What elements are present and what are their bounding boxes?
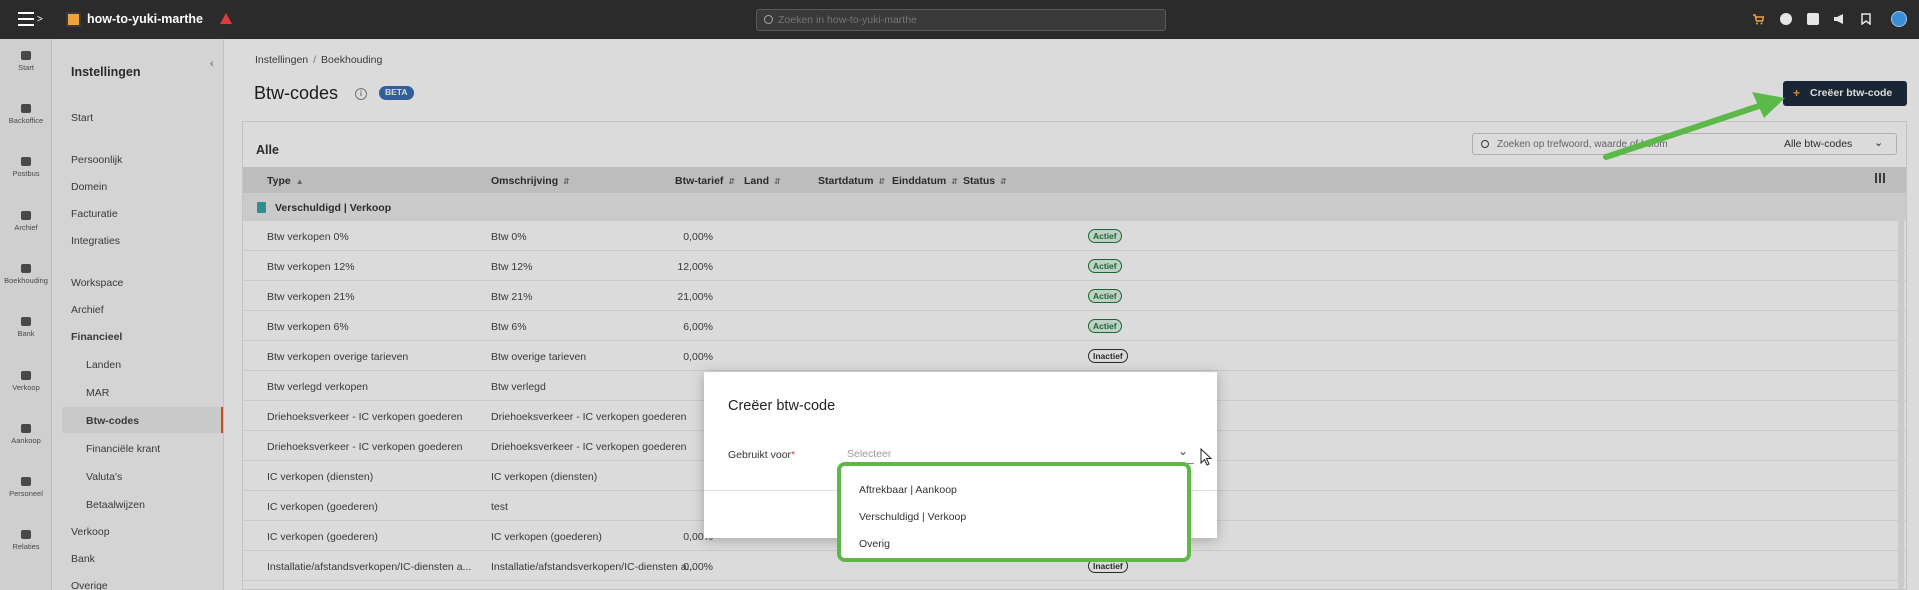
chevron-down-icon[interactable]: ⌄: [1178, 444, 1188, 458]
bookmark-icon[interactable]: [1860, 13, 1872, 26]
warning-icon[interactable]: [220, 13, 232, 24]
mouse-cursor-icon: [1200, 447, 1213, 469]
field-label-gebruikt-voor: Gebruikt voor*: [728, 449, 796, 461]
select-placeholder: Selecteer: [847, 448, 892, 460]
top-bar: > how-to-yuki-marthe: [0, 0, 1919, 39]
dialog-title: Creëer btw-code: [728, 398, 836, 414]
global-search-input[interactable]: [778, 12, 1158, 28]
global-search[interactable]: [756, 9, 1166, 31]
search-icon: [764, 15, 773, 24]
admin-name[interactable]: how-to-yuki-marthe: [87, 12, 203, 26]
required-mark: *: [791, 449, 796, 461]
option-overig[interactable]: Overig: [859, 538, 890, 550]
user-avatar-icon[interactable]: [1891, 11, 1907, 27]
gift-icon[interactable]: [1807, 13, 1819, 25]
menu-toggle-icon[interactable]: >: [18, 12, 43, 28]
cart-icon[interactable]: [1752, 13, 1765, 25]
gebruikt-voor-select[interactable]: Selecteer ⌄: [841, 442, 1194, 464]
gebruikt-voor-options: Aftrekbaar | Aankoop Verschuldigd | Verk…: [837, 462, 1191, 562]
option-verschuldigd-verkoop[interactable]: Verschuldigd | Verkoop: [859, 511, 966, 523]
megaphone-icon[interactable]: [1833, 13, 1845, 25]
option-aftrekbaar-aankoop[interactable]: Aftrekbaar | Aankoop: [859, 484, 957, 496]
info-icon[interactable]: [1780, 13, 1792, 25]
admin-logo-icon: [66, 12, 81, 27]
